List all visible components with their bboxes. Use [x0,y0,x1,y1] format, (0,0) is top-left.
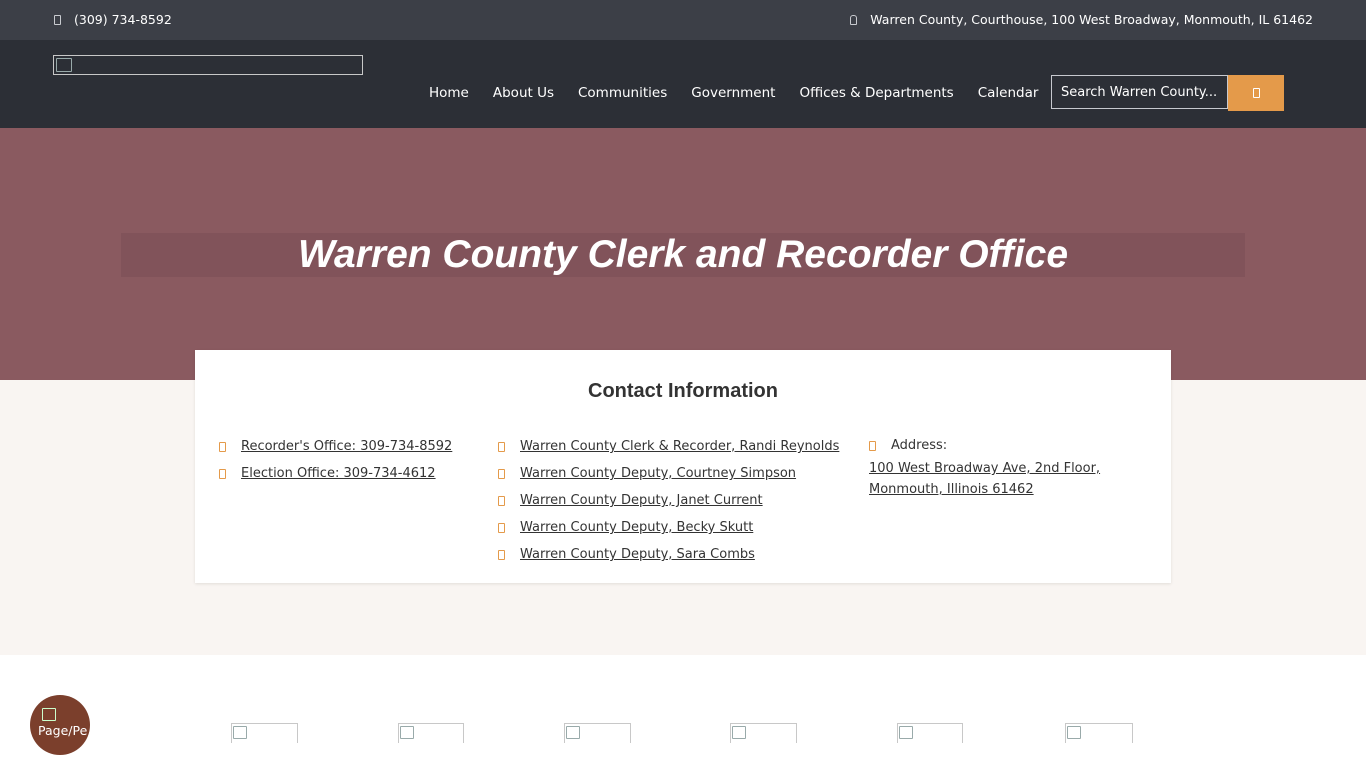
email-icon [498,441,505,452]
broken-image-icon [566,726,580,739]
address-link[interactable]: 100 West Broadway Ave, 2nd Floor, Monmout… [869,458,1109,500]
search-input[interactable]: Search Warren County... [1051,75,1228,109]
float-button-alt-text: Page/Pers... [38,723,88,738]
nav-communities[interactable]: Communities [578,85,667,101]
accessibility-float-button[interactable]: Page/Pers... [30,695,90,755]
list-item: Warren County Deputy, Janet Current [498,487,839,514]
site-logo[interactable] [53,55,363,75]
topbar-phone-text[interactable]: (309) 734-8592 [74,12,172,27]
nav-offices-departments[interactable]: Offices & Departments [799,85,953,101]
quick-link-image[interactable] [398,723,464,743]
person-link[interactable]: Warren County Deputy, Sara Combs [520,547,755,562]
phone-icon [219,468,226,479]
quick-link-image[interactable] [231,723,298,743]
topbar-address-text: Warren County, Courthouse, 100 West Broa… [870,12,1313,27]
quick-link-image[interactable] [1065,723,1133,743]
email-icon [498,495,505,506]
list-item: Warren County Deputy, Courtney Simpson [498,460,839,487]
map-marker-icon [850,14,858,25]
email-icon [498,468,505,479]
list-item: Election Office: 309-734-4612 [219,460,452,487]
broken-image-icon [42,708,56,721]
nav-government[interactable]: Government [691,85,775,101]
quick-link-image[interactable] [730,723,797,743]
quick-link-image[interactable] [564,723,631,743]
address-line: Monmouth, Illinois 61462 [869,482,1034,497]
person-link[interactable]: Warren County Deputy, Courtney Simpson [520,466,796,481]
nav-about-us[interactable]: About Us [493,85,554,101]
address-label-row: Address: [869,433,1109,458]
page-title: Warren County Clerk and Recorder Office [297,233,1069,276]
election-phone-link[interactable]: Election Office: 309-734-4612 [241,466,436,481]
email-icon [498,549,505,560]
person-link[interactable]: Warren County Clerk & Recorder, Randi Re… [520,439,839,454]
quick-link-image[interactable] [897,723,963,743]
broken-image-icon [899,726,913,739]
phone-icon [219,441,226,452]
search-button[interactable] [1228,75,1284,111]
email-icon [498,522,505,533]
broken-image-icon [56,58,72,72]
contact-phones: Recorder's Office: 309-734-8592 Election… [219,433,452,487]
broken-image-icon [1067,726,1081,739]
list-item: Warren County Clerk & Recorder, Randi Re… [498,433,839,460]
broken-image-icon [400,726,414,739]
site-header: Home About Us Communities Government Off… [0,40,1366,128]
person-link[interactable]: Warren County Deputy, Becky Skutt [520,520,753,535]
nav-calendar[interactable]: Calendar [978,85,1039,101]
phone-icon [54,14,61,25]
topbar-address: Warren County, Courthouse, 100 West Broa… [850,12,1313,27]
search-icon [1252,88,1260,98]
contact-address: Address: 100 West Broadway Ave, 2nd Floo… [869,433,1109,500]
address-line: 100 West Broadway Ave, 2nd Floor, [869,461,1101,476]
contact-heading: Contact Information [588,380,778,402]
list-item: Recorder's Office: 309-734-8592 [219,433,452,460]
contact-card: Contact Information Recorder's Office: 3… [195,350,1171,583]
broken-image-icon [732,726,746,739]
map-marker-icon [869,440,876,451]
contact-people: Warren County Clerk & Recorder, Randi Re… [498,433,839,568]
address-label: Address: [891,438,948,453]
main-nav: Home About Us Communities Government Off… [429,85,1062,101]
top-bar: (309) 734-8592 Warren County, Courthouse… [0,0,1366,40]
hero-banner: Warren County Clerk and Recorder Office [0,128,1366,380]
recorder-phone-link[interactable]: Recorder's Office: 309-734-8592 [241,439,452,454]
topbar-phone[interactable]: (309) 734-8592 [54,12,172,27]
list-item: Warren County Deputy, Becky Skutt [498,514,839,541]
list-item: Warren County Deputy, Sara Combs [498,541,839,568]
broken-image-icon [233,726,247,739]
person-link[interactable]: Warren County Deputy, Janet Current [520,493,763,508]
nav-home[interactable]: Home [429,85,469,101]
